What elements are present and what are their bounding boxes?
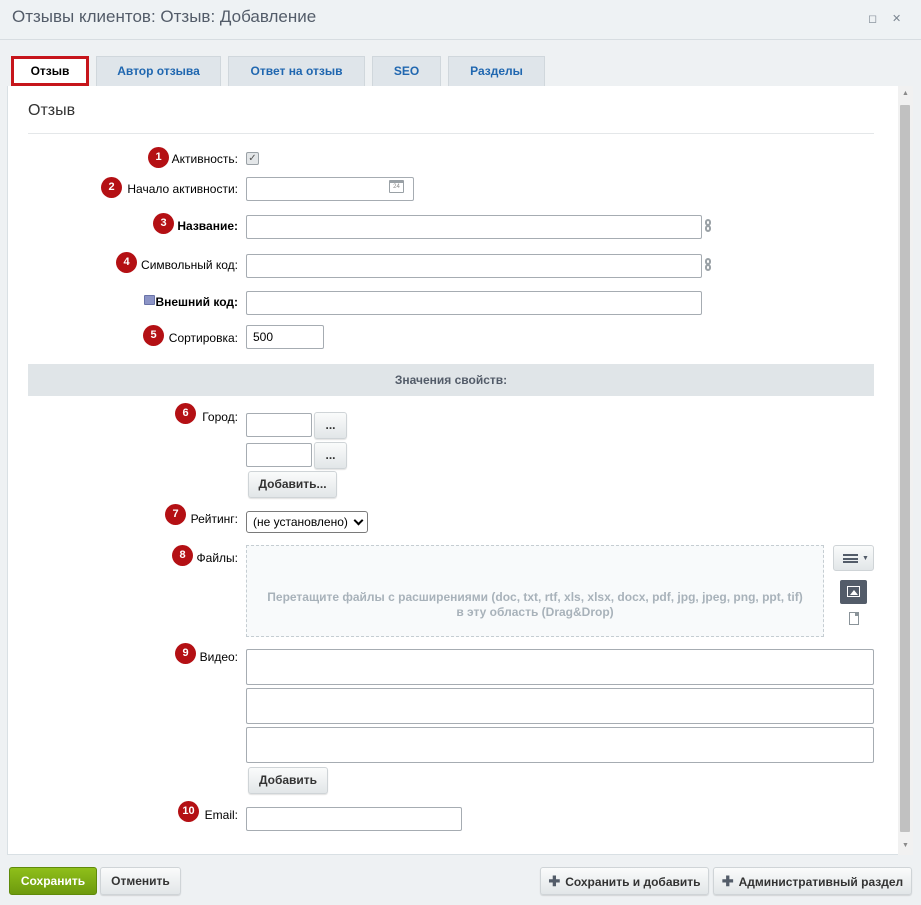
badge-2: 2 bbox=[101, 177, 122, 198]
menu-icon bbox=[843, 554, 858, 563]
chain-icon[interactable] bbox=[705, 219, 713, 235]
chevron-down-icon bbox=[353, 515, 364, 526]
tab-seo[interactable]: SEO bbox=[372, 56, 441, 86]
badge-10: 10 bbox=[178, 801, 199, 822]
save-and-add-button[interactable]: ✚ Сохранить и добавить bbox=[540, 867, 709, 895]
plus-icon: ✚ bbox=[548, 873, 561, 889]
badge-9: 9 bbox=[175, 643, 196, 664]
scrollbar-thumb[interactable] bbox=[900, 105, 910, 832]
admin-section-button[interactable]: ✚ Административный раздел bbox=[713, 867, 912, 895]
scroll-up-icon[interactable]: ▲ bbox=[898, 88, 913, 100]
sort-label: Сортировка: bbox=[168, 331, 238, 345]
badge-7: 7 bbox=[165, 504, 186, 525]
files-label: Файлы: bbox=[196, 551, 238, 565]
file-icon[interactable] bbox=[849, 612, 859, 625]
badge-4: 4 bbox=[116, 252, 137, 273]
ext-code-label: Внешний код: bbox=[155, 295, 238, 309]
city-add-button[interactable]: Добавить... bbox=[248, 471, 337, 498]
close-icon[interactable]: ✕ bbox=[892, 13, 901, 25]
dropzone-text-1: Перетащите файлы с расширениями (doc, tx… bbox=[267, 590, 803, 604]
admin-section-label: Административный раздел bbox=[738, 875, 904, 889]
external-code-icon bbox=[144, 295, 155, 305]
name-field[interactable] bbox=[246, 215, 702, 239]
chain-icon[interactable] bbox=[705, 258, 713, 274]
badge-1: 1 bbox=[148, 147, 169, 168]
active-label: Активность: bbox=[171, 152, 238, 166]
scroll-down-icon[interactable]: ▼ bbox=[898, 840, 913, 852]
video-add-button[interactable]: Добавить bbox=[248, 767, 328, 794]
section-title: Отзыв bbox=[28, 102, 76, 119]
city-browse-button-2[interactable]: ... bbox=[314, 442, 347, 469]
email-label: Email: bbox=[204, 808, 238, 822]
city-label: Город: bbox=[202, 410, 238, 424]
start-label: Начало активности: bbox=[127, 182, 238, 196]
properties-header: Значения свойств: bbox=[28, 364, 874, 396]
video-field-2[interactable] bbox=[246, 688, 874, 724]
save-button[interactable]: Сохранить bbox=[9, 867, 97, 895]
badge-5: 5 bbox=[143, 325, 164, 346]
file-dropzone[interactable]: Перетащите файлы с расширениями (doc, tx… bbox=[246, 545, 824, 637]
rating-label: Рейтинг: bbox=[190, 512, 238, 526]
city-browse-button-1[interactable]: ... bbox=[314, 412, 347, 439]
badge-6: 6 bbox=[175, 403, 196, 424]
image-upload-button[interactable] bbox=[840, 580, 867, 604]
badge-3: 3 bbox=[153, 213, 174, 234]
video-field-1[interactable] bbox=[246, 649, 874, 685]
image-icon bbox=[847, 586, 860, 597]
code-label: Символьный код: bbox=[141, 258, 238, 272]
window-titlebar: Отзывы клиентов: Отзыв: Добавление ◻ ✕ bbox=[0, 0, 921, 40]
calendar-icon[interactable]: 24 bbox=[389, 180, 404, 193]
window-title: Отзывы клиентов: Отзыв: Добавление bbox=[12, 7, 317, 26]
video-field-3[interactable] bbox=[246, 727, 874, 763]
email-field[interactable] bbox=[246, 807, 462, 831]
files-menu-button[interactable]: ▼ bbox=[833, 545, 874, 571]
sort-field[interactable]: 500 bbox=[246, 325, 324, 349]
code-field[interactable] bbox=[246, 254, 702, 278]
cancel-button[interactable]: Отменить bbox=[100, 867, 181, 895]
rating-select[interactable]: (не установлено) bbox=[246, 511, 368, 533]
city-field-2[interactable] bbox=[246, 443, 312, 467]
plus-icon: ✚ bbox=[721, 873, 734, 889]
tab-author[interactable]: Автор отзыва bbox=[96, 56, 221, 86]
active-checkbox[interactable]: ✓ bbox=[246, 152, 259, 165]
ext-code-field[interactable] bbox=[246, 291, 702, 315]
tab-sections[interactable]: Разделы bbox=[448, 56, 545, 86]
chevron-down-icon: ▼ bbox=[862, 555, 869, 562]
name-label: Название: bbox=[177, 219, 238, 233]
minimize-icon[interactable]: ◻ bbox=[868, 13, 877, 25]
rating-select-value: (не установлено) bbox=[253, 515, 348, 529]
save-and-add-label: Сохранить и добавить bbox=[565, 875, 701, 889]
tab-reply[interactable]: Ответ на отзыв bbox=[228, 56, 365, 86]
badge-8: 8 bbox=[172, 545, 193, 566]
tab-review[interactable]: Отзыв bbox=[11, 56, 89, 86]
video-label: Видео: bbox=[199, 650, 238, 664]
section-divider bbox=[28, 133, 874, 134]
dropzone-text-2: в эту область (Drag&Drop) bbox=[456, 605, 614, 619]
city-field-1[interactable] bbox=[246, 413, 312, 437]
